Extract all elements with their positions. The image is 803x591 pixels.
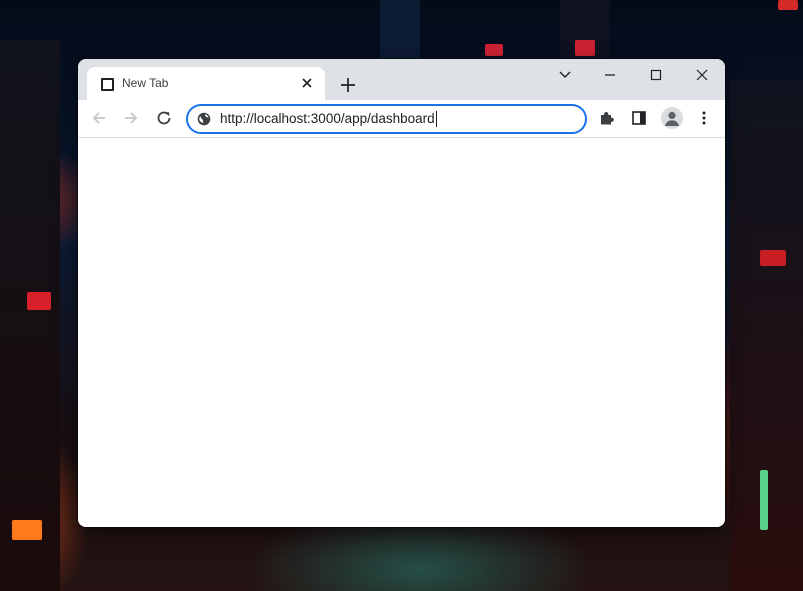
wallpaper-neon-sign [27,292,51,310]
extensions-button[interactable] [593,104,621,132]
page-viewport[interactable] [78,138,725,527]
arrow-right-icon [125,112,138,124]
page-icon [101,78,114,91]
wallpaper-building [380,0,420,60]
browser-window: New Tab http://localhost:3000/app/dashbo… [78,59,725,527]
side-panel-button[interactable] [625,104,653,132]
wallpaper-neon-sign [485,44,503,56]
tab-close-button[interactable] [299,75,315,91]
close-icon [696,69,708,81]
wallpaper-building [0,40,60,591]
toolbar: http://localhost:3000/app/dashboard [78,100,725,138]
profile-button[interactable] [658,104,686,132]
browser-menu-button[interactable] [690,104,718,132]
maximize-icon [650,69,662,81]
close-icon [302,78,312,88]
reload-icon [157,111,171,125]
arrow-left-icon [92,112,105,124]
minimize-icon [605,74,615,76]
wallpaper-neon-sign [760,470,768,530]
wallpaper-neon-sign [760,250,786,266]
new-tab-button[interactable] [334,71,362,99]
puzzle-icon [601,112,614,125]
maximize-button[interactable] [633,59,679,91]
wallpaper-neon-sign [12,520,42,540]
wallpaper-neon-sign [778,0,798,10]
window-close-button[interactable] [679,59,725,91]
plus-icon [341,78,355,92]
minimize-button[interactable] [587,59,633,91]
back-button[interactable] [85,104,113,132]
tab-strip: New Tab [78,59,725,100]
forward-button[interactable] [117,104,145,132]
tab-search-button[interactable] [542,59,588,91]
side-panel-icon [632,111,646,125]
more-vert-icon [702,111,706,125]
tab-title: New Tab [122,76,169,90]
wallpaper-neon-sign [575,40,595,56]
reload-button[interactable] [150,104,178,132]
address-bar[interactable]: http://localhost:3000/app/dashboard [186,104,587,134]
url-field[interactable]: http://localhost:3000/app/dashboard [220,111,437,127]
person-icon [665,111,679,126]
avatar [661,107,683,129]
globe-icon[interactable] [197,112,211,126]
tab-new-tab[interactable]: New Tab [87,67,325,100]
chevron-down-icon [559,71,571,78]
